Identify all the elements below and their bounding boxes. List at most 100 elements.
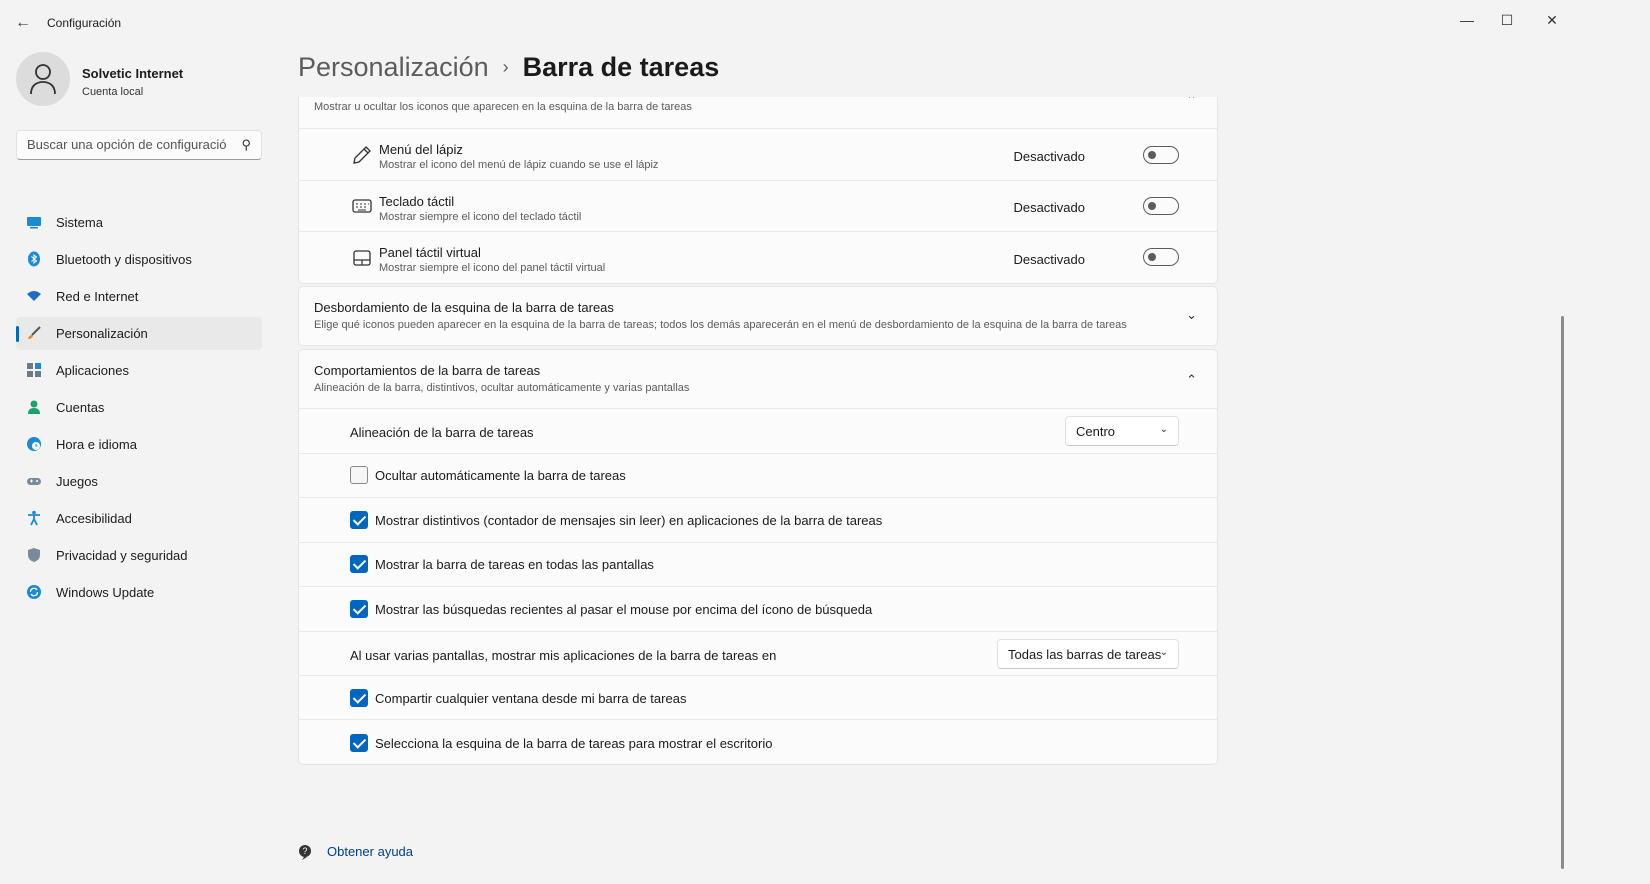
sidebar-item-red[interactable]: Red e Internet [16,280,262,313]
sidebar-item-accesibilidad[interactable]: Accesibilidad [16,502,262,535]
sidebar-nav: Sistema Bluetooth y dispositivos Red e I… [16,206,262,613]
chevron-up-icon[interactable]: ⌃ [1186,97,1197,108]
get-help-link[interactable]: Obtener ayuda [327,844,413,859]
tray-icons-desc: Mostrar u ocultar los iconos que aparece… [314,101,692,113]
chevron-down-icon[interactable]: ⌄ [1186,307,1197,323]
alignment-value: Centro [1076,424,1116,439]
divider [299,542,1217,543]
profile-card[interactable]: Solvetic Internet Cuenta local [16,52,266,108]
sidebar-item-juegos[interactable]: Juegos [16,465,262,498]
toggle-state-label: Desactivado [1013,149,1085,164]
breadcrumb-separator: › [502,57,509,77]
vertical-scrollbar[interactable] [1561,316,1564,869]
divider [299,408,1217,409]
maximize-button[interactable]: ☐ [1484,6,1530,34]
sidebar-item-label: Hora e idioma [56,437,137,452]
system-icon [27,217,41,229]
multi-display-label: Al usar varias pantallas, mostrar mis ap… [350,648,777,663]
search-box[interactable]: ⚲ [16,130,262,160]
multi-display-value: Todas las barras de tareas [1008,647,1162,662]
overflow-desc: Elige qué iconos pueden aparecer en la e… [314,319,1127,331]
sidebar-item-label: Cuentas [56,400,105,415]
shield-icon [28,548,40,562]
overflow-card[interactable]: Desbordamiento de la esquina de la barra… [298,286,1218,346]
sidebar-item-label: Sistema [56,215,103,230]
pen-menu-toggle[interactable] [1143,146,1179,164]
profile-name: Solvetic Internet [82,66,184,81]
sidebar-item-bluetooth[interactable]: Bluetooth y dispositivos [16,243,262,276]
recent-searches-checkbox[interactable] [350,600,368,618]
sidebar-item-personalizacion[interactable]: Personalización [16,317,262,350]
far-corner-checkbox[interactable] [350,734,368,752]
row-desc: Mostrar el icono del menú de lápiz cuand… [379,159,659,171]
window-title: Configuración [47,16,122,30]
sidebar-item-label: Bluetooth y dispositivos [56,252,192,267]
divider [299,631,1217,632]
toggle-state-label: Desactivado [1013,200,1085,215]
title-bar: ← Configuración — ☐ ✕ [0,0,1650,44]
search-input[interactable] [25,136,229,153]
toggle-state-label: Desactivado [1013,252,1085,267]
overflow-title: Desbordamiento de la esquina de la barra… [314,300,614,315]
row-title: Panel táctil virtual [379,245,481,260]
behaviors-card: Comportamientos de la barra de tareas Al… [298,349,1218,765]
keyboard-icon [352,199,372,213]
sidebar-item-label: Juegos [56,474,98,489]
virtual-touchpad-toggle[interactable] [1143,248,1179,266]
sidebar-item-windows-update[interactable]: Windows Update [16,576,262,609]
divider [299,180,1217,181]
clock-globe-icon [27,437,41,451]
page-title: Barra de tareas [522,52,720,82]
chevron-up-icon[interactable]: ⌃ [1186,372,1197,388]
divider [299,128,1217,129]
autohide-checkbox[interactable] [350,466,368,484]
touch-keyboard-toggle[interactable] [1143,197,1179,215]
all-displays-checkbox[interactable] [350,555,368,573]
sidebar-item-cuentas[interactable]: Cuentas [16,391,262,424]
sidebar-item-aplicaciones[interactable]: Aplicaciones [16,354,262,387]
help-chat-icon: ? [299,845,311,860]
divider [299,586,1217,587]
row-desc: Mostrar siempre el icono del panel tácti… [379,262,606,274]
person-icon [30,64,56,95]
apps-icon [27,363,41,377]
multi-display-dropdown[interactable]: Todas las barras de tareas ⌄ [997,639,1179,669]
recent-searches-label: Mostrar las búsquedas recientes al pasar… [375,602,873,617]
badges-checkbox[interactable] [350,511,368,529]
divider [299,453,1217,454]
all-displays-label: Mostrar la barra de tareas en todas las … [375,557,654,572]
alignment-dropdown[interactable]: Centro ⌄ [1065,416,1179,446]
wifi-icon [27,291,41,301]
settings-scroll-area[interactable]: Mostrar u ocultar los iconos que aparece… [298,97,1218,884]
profile-subtitle: Cuenta local [82,86,144,98]
breadcrumb: Personalización › Barra de tareas [298,52,719,92]
avatar [16,52,70,106]
autohide-label: Ocultar automáticamente la barra de tare… [375,468,626,483]
badges-label: Mostrar distintivos (contador de mensaje… [375,513,883,528]
sidebar-item-privacidad[interactable]: Privacidad y seguridad [16,539,262,572]
update-icon [27,585,41,599]
breadcrumb-parent[interactable]: Personalización [298,52,489,82]
share-window-label: Compartir cualquier ventana desde mi bar… [375,691,687,706]
sidebar-item-hora[interactable]: Hora e idioma [16,428,262,461]
gamepad-icon [27,478,41,485]
brush-icon [28,326,41,339]
divider [299,497,1217,498]
sidebar-item-label: Windows Update [56,585,155,600]
row-desc: Mostrar siempre el icono del teclado tác… [379,211,582,223]
row-title: Menú del lápiz [379,142,463,157]
row-title: Teclado táctil [379,194,455,209]
pen-icon [353,146,371,164]
behaviors-title: Comportamientos de la barra de tareas [314,363,541,378]
share-window-checkbox[interactable] [350,689,368,707]
divider [299,719,1217,720]
close-button[interactable]: ✕ [1529,6,1575,34]
chevron-down-icon: ⌄ [1159,424,1168,435]
sidebar-item-label: Accesibilidad [56,511,132,526]
back-arrow-icon[interactable]: ← [12,12,34,34]
behaviors-desc: Alineación de la barra, distintivos, ocu… [314,382,690,394]
search-icon[interactable]: ⚲ [241,137,251,153]
divider [299,231,1217,232]
sidebar-item-sistema[interactable]: Sistema [16,206,262,239]
sidebar-item-label: Aplicaciones [56,363,129,378]
